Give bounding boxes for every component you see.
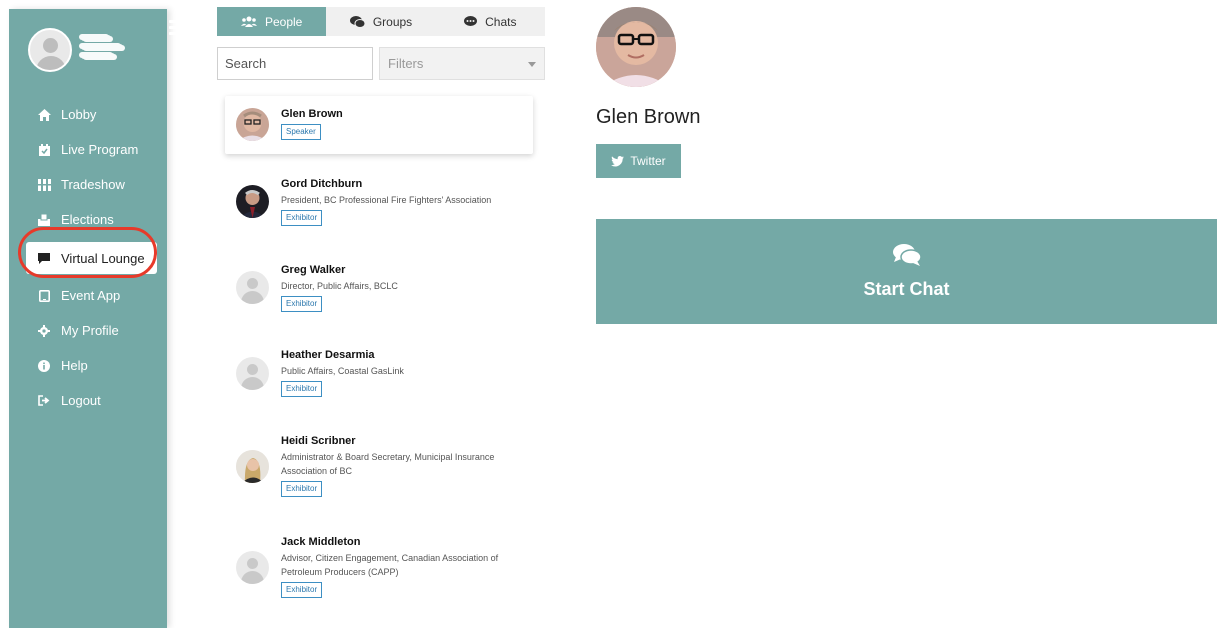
- role-badge: Speaker: [281, 124, 321, 140]
- person-card-glen-brown[interactable]: Glen Brown Speaker: [225, 96, 533, 154]
- person-title: Public Affairs, Coastal GasLink: [281, 366, 404, 376]
- sidebar-item-elections[interactable]: Elections: [9, 202, 167, 237]
- comment-dots-icon: [464, 16, 478, 27]
- person-avatar-placeholder: [236, 551, 269, 584]
- person-card-heather-desarmia[interactable]: Heather Desarmia Public Affairs, Coastal…: [225, 344, 533, 404]
- person-title: Advisor, Citizen Engagement, Canadian As…: [281, 553, 499, 577]
- person-avatar-placeholder: [236, 357, 269, 390]
- sidebar-item-label: Virtual Lounge: [61, 250, 145, 266]
- person-avatar-placeholder: [236, 271, 269, 304]
- sidebar-item-label: My Profile: [61, 323, 119, 338]
- sidebar-item-label: Lobby: [61, 107, 97, 122]
- tab-groups[interactable]: Groups: [326, 7, 435, 36]
- tab-bar: People Groups Chats: [217, 7, 545, 36]
- person-name: Jack Middleton: [281, 536, 361, 548]
- tab-label: Groups: [372, 14, 413, 29]
- person-name: Glen Brown: [281, 108, 343, 120]
- person-title: President, BC Professional Fire Fighters…: [281, 195, 492, 205]
- role-badge: Exhibitor: [281, 381, 323, 397]
- sign-out-icon: [37, 394, 51, 408]
- person-card-gord-ditchburn[interactable]: Gord Ditchburn President, BC Professiona…: [225, 173, 533, 233]
- person-avatar: [236, 108, 269, 141]
- person-name: Gord Ditchburn: [281, 178, 363, 190]
- redacted-username: [81, 32, 125, 64]
- users-icon: [240, 16, 257, 27]
- role-badge: Exhibitor: [281, 296, 323, 312]
- tab-label: People: [264, 14, 303, 29]
- person-title: Director, Public Affairs, BCLC: [281, 281, 398, 291]
- twitter-button-label: Twitter: [630, 154, 666, 168]
- user-avatar[interactable]: [28, 28, 72, 72]
- sidebar-item-help[interactable]: Help: [9, 348, 167, 383]
- comments-icon: [349, 15, 365, 28]
- sidebar: Lobby Live Program Tradeshow Elections V…: [9, 9, 185, 628]
- comments-icon: [892, 243, 922, 271]
- person-card-greg-walker[interactable]: Greg Walker Director, Public Affairs, BC…: [225, 259, 533, 319]
- search-input[interactable]: [217, 47, 373, 80]
- role-badge: Exhibitor: [281, 210, 323, 226]
- sidebar-item-label: Event App: [61, 288, 121, 303]
- tablet-icon: [37, 289, 51, 303]
- sidebar-item-logout[interactable]: Logout: [9, 383, 167, 418]
- sidebar-item-label: Tradeshow: [61, 177, 125, 192]
- role-badge: Exhibitor: [281, 481, 323, 497]
- tab-people[interactable]: People: [217, 7, 327, 36]
- sidebar-item-my-profile[interactable]: My Profile: [9, 313, 167, 348]
- calendar-check-icon: [37, 143, 51, 157]
- profile-photo: [596, 7, 676, 87]
- detail-name: Glen Brown: [596, 106, 701, 128]
- sidebar-item-live-program[interactable]: Live Program: [9, 132, 167, 167]
- person-card-heidi-scribner[interactable]: Heidi Scribner Administrator & Board Sec…: [225, 430, 533, 504]
- sidebar-item-lobby[interactable]: Lobby: [9, 97, 167, 132]
- ballot-box-icon: [37, 213, 51, 227]
- gear-icon: [37, 324, 51, 338]
- chevron-down-icon: [528, 62, 536, 67]
- twitter-icon: [611, 155, 625, 167]
- person-name: Greg Walker: [281, 264, 346, 276]
- sidebar-nav: Lobby Live Program Tradeshow Elections V…: [9, 97, 167, 418]
- person-name: Heidi Scribner: [281, 435, 356, 447]
- person-avatar: [236, 450, 269, 483]
- filters-dropdown[interactable]: Filters: [379, 47, 545, 80]
- sidebar-item-virtual-lounge[interactable]: Virtual Lounge: [26, 242, 157, 274]
- person-title: Administrator & Board Secretary, Municip…: [281, 452, 495, 476]
- tab-chats[interactable]: Chats: [436, 7, 545, 36]
- sidebar-item-label: Elections: [61, 212, 114, 227]
- tab-label: Chats: [485, 14, 517, 29]
- person-name: Heather Desarmia: [281, 349, 375, 361]
- sidebar-item-label: Logout: [61, 393, 101, 408]
- twitter-button[interactable]: Twitter: [596, 144, 681, 178]
- person-avatar: [236, 185, 269, 218]
- role-badge: Exhibitor: [281, 582, 323, 598]
- start-chat-button[interactable]: Start Chat: [596, 219, 1217, 324]
- info-circle-icon: [37, 359, 51, 373]
- start-chat-label: Start Chat: [863, 278, 950, 299]
- home-icon: [37, 108, 51, 122]
- sidebar-item-tradeshow[interactable]: Tradeshow: [9, 167, 167, 202]
- sidebar-item-label: Live Program: [61, 142, 139, 157]
- filters-label: Filters: [388, 56, 424, 71]
- booth-icon: [37, 178, 51, 192]
- sidebar-item-label: Help: [61, 358, 88, 373]
- sidebar-item-event-app[interactable]: Event App: [9, 278, 167, 313]
- hamburger-menu-icon[interactable]: [169, 20, 185, 36]
- comment-icon: [37, 251, 51, 265]
- person-card-jack-middleton[interactable]: Jack Middleton Advisor, Citizen Engageme…: [225, 531, 533, 605]
